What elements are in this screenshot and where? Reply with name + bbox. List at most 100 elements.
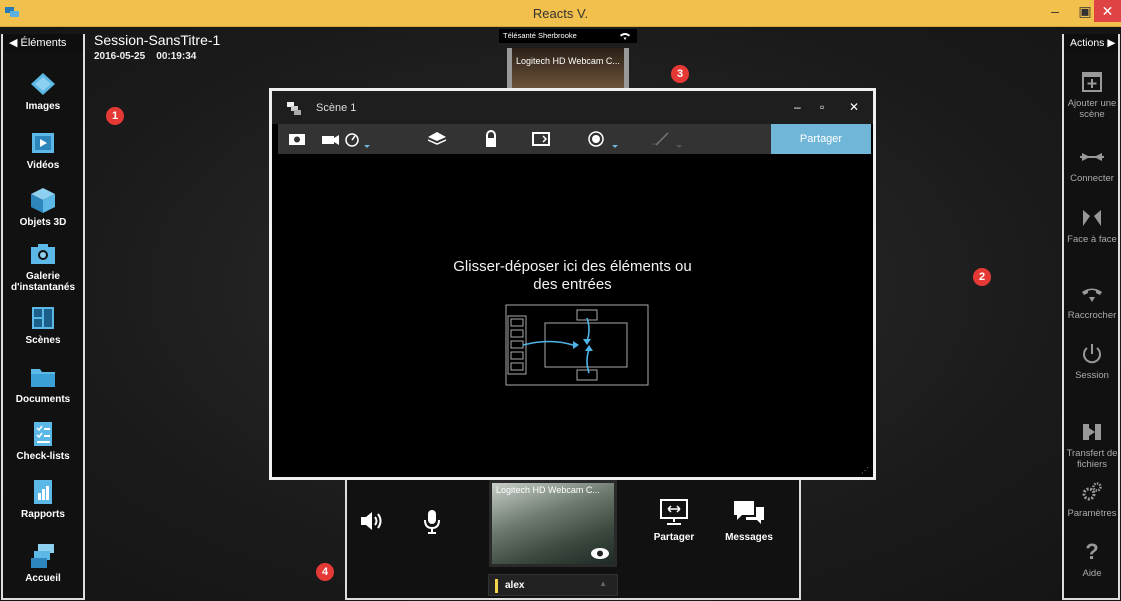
resize-grip-icon[interactable]: ⋰ [861, 466, 869, 475]
action-label: Raccrocher [1067, 310, 1117, 321]
remote-caller-bar: Télésanté Sherbrooke [499, 29, 637, 43]
user-color-indicator [495, 579, 498, 593]
video-timer-icon[interactable] [320, 130, 374, 148]
action-file-transfer[interactable]: Transfert de fichiers [1064, 420, 1120, 470]
session-time: 00:19:34 [156, 51, 197, 62]
add-scene-icon [1082, 72, 1102, 92]
call-controls-bar: Logitech HD Webcam C... alex ▲ Partager … [345, 480, 801, 600]
action-label: Ajouter une [1067, 98, 1117, 109]
action-label: Aide [1082, 568, 1102, 579]
power-icon [1083, 344, 1101, 364]
drag-drop-illustration-icon [505, 304, 649, 386]
action-settings[interactable]: Paramètres [1064, 480, 1120, 519]
folder-icon [31, 369, 55, 387]
scene-maximize-button[interactable]: ▫ [820, 100, 824, 114]
bottom-share-label: Partager [653, 532, 695, 543]
snapshot-camera-icon[interactable] [286, 130, 308, 148]
speaker-volume-icon[interactable] [359, 510, 385, 532]
record-icon[interactable] [586, 130, 626, 148]
scenes-grid-icon [32, 307, 54, 329]
sidebar-item-images[interactable]: Images [3, 70, 83, 112]
window-title: Reacts V. [532, 6, 589, 21]
messages-button[interactable]: Messages [719, 498, 779, 543]
lock-icon[interactable] [480, 130, 502, 148]
eye-visibility-icon[interactable] [590, 547, 610, 560]
sidebar-item-3d-objects[interactable]: Objets 3D [3, 186, 83, 228]
session-title: Session-SansTitre-1 [94, 32, 221, 48]
action-label-2: fichiers [1076, 459, 1108, 470]
action-label: Transfert de [1066, 448, 1118, 459]
sidebar-item-label: Objets 3D [19, 217, 67, 228]
chat-bubbles-icon [734, 501, 764, 524]
action-connect[interactable]: Connecter [1064, 145, 1120, 184]
action-help[interactable]: ? Aide [1064, 540, 1120, 580]
home-stack-icon [31, 544, 54, 568]
microphone-icon[interactable] [421, 508, 443, 534]
sidebar-item-scenes[interactable]: Scènes [3, 304, 83, 346]
elements-panel-header[interactable]: ◀ Éléments [3, 34, 83, 52]
elements-panel: ◀ Éléments Images Vidéos Objets 3D Galer… [1, 34, 85, 600]
scene-app-icon [287, 102, 301, 115]
scene-close-button[interactable]: ✕ [849, 100, 859, 114]
sidebar-item-videos[interactable]: Vidéos [3, 129, 83, 171]
checklist-icon [34, 422, 52, 446]
video-film-icon [32, 133, 54, 153]
bottom-share-button[interactable]: Partager [647, 498, 701, 543]
sidebar-item-label: Galerie [26, 271, 60, 282]
action-add-scene[interactable]: Ajouter une scène [1064, 70, 1120, 120]
remote-caller-name: Télésanté Sherbrooke [503, 31, 577, 40]
drop-zone-line-2: des entrées [533, 276, 612, 293]
action-session[interactable]: Session [1064, 342, 1120, 381]
sidebar-item-label: Documents [15, 394, 71, 405]
messages-label: Messages [725, 532, 773, 543]
badge-3: 3 [671, 65, 689, 83]
sidebar-item-reports[interactable]: Rapports [3, 478, 83, 520]
scene-window: Scène 1 – ▫ ✕ Partager Glisser-déposer i… [269, 88, 876, 480]
cube-3d-icon [31, 188, 55, 213]
camera-icon [31, 244, 55, 264]
minimize-button[interactable]: – [1040, 0, 1070, 22]
local-video-preview[interactable]: Logitech HD Webcam C... [489, 480, 617, 567]
session-datetime: 2016-05-25 00:19:34 [94, 51, 196, 62]
sidebar-item-label: Accueil [25, 573, 61, 584]
hang-up-icon [1082, 288, 1102, 302]
badge-1: 1 [106, 107, 124, 125]
fit-screen-icon[interactable] [530, 130, 552, 148]
connect-icon [1080, 153, 1104, 161]
sidebar-item-checklists[interactable]: Check-lists [3, 420, 83, 462]
session-date: 2016-05-25 [94, 51, 146, 62]
scene-toolbar: Partager [278, 124, 871, 154]
scene-share-button[interactable]: Partager [771, 124, 871, 154]
close-button[interactable]: ✕ [1094, 0, 1121, 22]
badge-4: 4 [316, 563, 334, 581]
actions-panel: Actions ▶ Ajouter une scène Connecter Fa… [1062, 34, 1120, 600]
sidebar-item-label: Scènes [25, 335, 61, 346]
user-select-dropdown[interactable]: alex ▲ [488, 574, 618, 596]
sidebar-item-label-2: d'instantanés [10, 282, 76, 293]
sidebar-item-documents[interactable]: Documents [3, 363, 83, 405]
drop-zone-line-1: Glisser-déposer ici des éléments ou [453, 258, 692, 275]
scene-titlebar: Scène 1 – ▫ ✕ [272, 91, 873, 124]
scene-minimize-button[interactable]: – [794, 100, 801, 114]
remote-camera-label: Logitech HD Webcam C... [516, 56, 620, 66]
action-label: Paramètres [1067, 508, 1117, 519]
scene-title: Scène 1 [316, 102, 357, 114]
sidebar-item-snapshot-gallery[interactable]: Galerie d'instantanés [3, 240, 83, 293]
user-name: alex [505, 580, 525, 591]
sidebar-item-home[interactable]: Accueil [3, 542, 83, 584]
gears-icon [1082, 482, 1102, 501]
action-face-to-face[interactable]: Face à face [1064, 206, 1120, 245]
window-titlebar: Reacts V. – ▣ ✕ [0, 0, 1121, 27]
action-hang-up[interactable]: Raccrocher [1064, 282, 1120, 321]
sidebar-item-label: Vidéos [26, 160, 60, 171]
report-chart-icon [34, 480, 52, 504]
sidebar-item-label: Images [25, 101, 61, 112]
action-label-2: scène [1079, 109, 1105, 120]
sidebar-item-label: Rapports [21, 509, 65, 520]
call-icon[interactable] [619, 31, 631, 41]
screen-share-icon [660, 499, 688, 525]
face-to-face-icon [1083, 210, 1101, 226]
layers-icon[interactable] [426, 130, 448, 148]
action-label: Session [1075, 370, 1109, 381]
actions-panel-header[interactable]: Actions ▶ [1064, 34, 1118, 52]
